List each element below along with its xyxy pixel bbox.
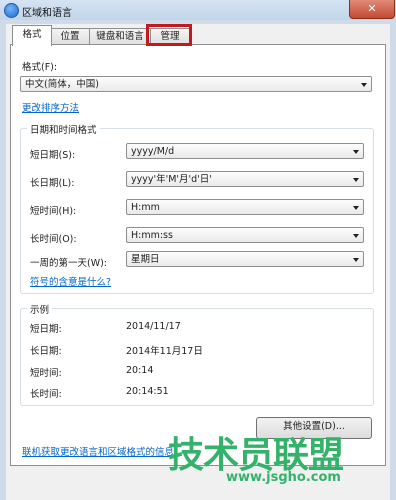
highlight-box — [146, 24, 192, 46]
format-label: 格式(F): — [22, 62, 58, 73]
short-date-value: yyyy/M/d — [131, 146, 175, 157]
close-icon: ✕ — [367, 2, 377, 15]
example-value: 2014/11/17 — [126, 321, 181, 332]
long-date-value: yyyy'年'M'月'd'日' — [131, 174, 212, 185]
short-time-select[interactable]: H:mm — [126, 199, 364, 215]
example-label: 长时间: — [30, 389, 62, 400]
notation-link[interactable]: 符号的含意是什么? — [30, 274, 111, 288]
short-time-label: 短时间(H): — [30, 206, 77, 217]
example-value: 20:14 — [126, 365, 154, 376]
title-bar: 区域和语言 ✕ — [0, 0, 396, 20]
first-day-value: 星期日 — [131, 254, 160, 265]
short-date-select[interactable]: yyyy/M/d — [126, 143, 364, 159]
example-value: 2014年11月17日 — [126, 346, 203, 357]
online-info-link[interactable]: 联机获取更改语言和区域格式的信息 — [22, 444, 174, 458]
tab-formats[interactable]: 格式 — [12, 25, 52, 46]
first-day-label: 一周的第一天(W): — [30, 258, 108, 269]
tab-location[interactable]: 位置 — [50, 28, 90, 45]
first-day-select[interactable]: 星期日 — [126, 251, 364, 267]
long-date-select[interactable]: yyyy'年'M'月'd'日' — [126, 171, 364, 187]
format-select[interactable]: 中文(简体，中国) — [20, 76, 372, 92]
chevron-down-icon — [353, 150, 359, 154]
datetime-group-title: 日期和时间格式 — [27, 122, 100, 136]
tab-label: 格式 — [22, 29, 42, 40]
long-date-label: 长日期(L): — [30, 178, 75, 189]
window-title: 区域和语言 — [22, 8, 72, 19]
long-time-label: 长时间(O): — [30, 234, 77, 245]
change-sort-link[interactable]: 更改排序方法 — [22, 100, 79, 114]
long-time-select[interactable]: H:mm:ss — [126, 227, 364, 243]
examples-group — [20, 308, 374, 406]
close-button[interactable]: ✕ — [349, 0, 395, 19]
example-label: 短时间: — [30, 368, 62, 379]
format-value: 中文(简体，中国) — [25, 79, 99, 90]
example-label: 短日期: — [30, 324, 62, 335]
chevron-down-icon — [361, 83, 367, 87]
watermark-url: www.jsgho.com — [226, 470, 341, 485]
example-value: 20:14:51 — [126, 386, 169, 397]
chevron-down-icon — [353, 234, 359, 238]
long-time-value: H:mm:ss — [131, 230, 173, 241]
tab-label: 键盘和语言 — [96, 31, 144, 42]
globe-icon — [4, 3, 19, 18]
examples-group-title: 示例 — [27, 302, 53, 316]
tab-keyboards-languages[interactable]: 键盘和语言 — [89, 28, 151, 45]
chevron-down-icon — [353, 206, 359, 210]
chevron-down-icon — [353, 178, 359, 182]
chevron-down-icon — [353, 258, 359, 262]
example-label: 长日期: — [30, 346, 62, 357]
tab-label: 位置 — [60, 31, 80, 42]
short-date-label: 短日期(S): — [30, 150, 76, 161]
short-time-value: H:mm — [131, 202, 160, 213]
